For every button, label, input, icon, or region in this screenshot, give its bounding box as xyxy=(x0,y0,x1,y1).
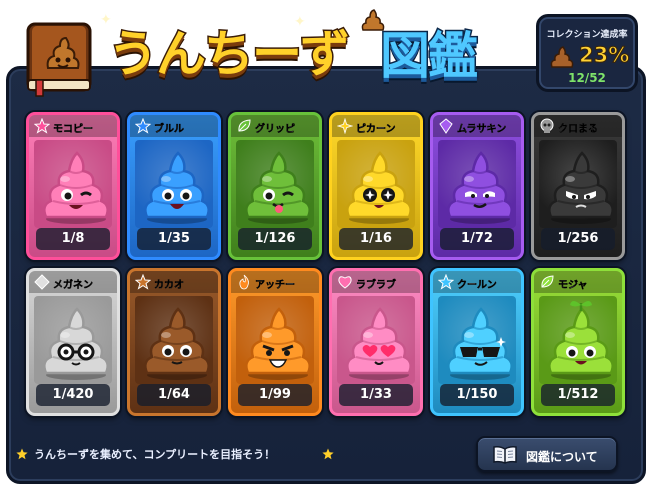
poop-character-icon xyxy=(43,307,109,380)
collection-progress: コレクション達成率 23% 12/52 xyxy=(536,14,638,92)
poop-icon xyxy=(361,9,385,31)
skull-icon xyxy=(540,118,554,133)
collection-card[interactable]: カカオ 1/64 xyxy=(127,268,221,416)
poop-character-icon xyxy=(144,307,210,380)
poop-character-icon xyxy=(245,307,311,380)
progress-label: コレクション達成率 xyxy=(546,30,628,40)
card-name: メガネン xyxy=(53,280,93,291)
collection-card[interactable]: グリッピ 1/126 xyxy=(228,112,322,260)
title-kana: うんちーず xyxy=(107,24,352,85)
star-icon xyxy=(16,448,28,460)
poop-character-icon xyxy=(447,151,513,224)
card-name: モジャ xyxy=(558,280,588,291)
poop-character-icon xyxy=(245,151,311,224)
star-icon xyxy=(135,274,151,290)
card-count: 1/512 xyxy=(541,384,615,406)
card-name: アッチー xyxy=(255,280,295,291)
crystal-icon xyxy=(439,118,453,134)
collection-card[interactable]: ムラサキン 1/72 xyxy=(430,112,524,260)
card-count: 1/420 xyxy=(36,384,110,406)
card-count: 1/256 xyxy=(541,228,615,250)
card-name: クールン xyxy=(457,280,497,291)
leaf-icon xyxy=(238,119,251,132)
collection-card[interactable]: アッチー 1/99 xyxy=(228,268,322,416)
collection-card[interactable]: ラブラブ 1/33 xyxy=(329,268,423,416)
card-name: ブルル xyxy=(154,124,184,135)
collection-card[interactable]: クールン 1/150 xyxy=(430,268,524,416)
page-title: うんちーず 図鑑 xyxy=(107,8,528,87)
card-name: グリッピ xyxy=(255,124,295,135)
collection-card[interactable]: モジャ 1/512 xyxy=(531,268,625,416)
star-icon xyxy=(322,448,334,460)
card-count: 1/35 xyxy=(137,228,211,250)
card-count: 1/33 xyxy=(339,384,413,406)
sparkle-icon: ✦ xyxy=(294,14,306,30)
card-count: 1/72 xyxy=(440,228,514,250)
card-name: クロまる xyxy=(558,124,598,135)
card-count: 1/99 xyxy=(238,384,312,406)
card-count: 1/126 xyxy=(238,228,312,250)
poop-icon xyxy=(550,46,574,68)
open-book-icon xyxy=(493,446,517,464)
card-count: 1/64 xyxy=(137,384,211,406)
star-icon xyxy=(135,118,151,134)
collection-card[interactable]: モコピー 1/8 xyxy=(26,112,120,260)
card-name: ピカーン xyxy=(356,124,396,135)
card-name: ラブラブ xyxy=(356,280,396,291)
card-count: 1/16 xyxy=(339,228,413,250)
sparkle-icon xyxy=(337,118,353,134)
card-name: カカオ xyxy=(154,280,184,291)
collection-card[interactable]: ピカーン 1/16 xyxy=(329,112,423,260)
heart-icon xyxy=(338,276,352,289)
progress-count: 12/52 xyxy=(568,71,606,85)
progress-percent: 23% xyxy=(578,43,630,68)
poop-character-icon xyxy=(548,151,614,224)
sparkle-icon: ✦ xyxy=(100,12,112,28)
star-icon xyxy=(34,118,50,134)
diamond-icon xyxy=(34,274,50,290)
card-name: モコピー xyxy=(53,124,93,135)
poop-character-icon xyxy=(346,151,412,224)
poop-character-icon xyxy=(447,307,513,380)
footer-tip: うんちーずを集めて、コンプリートを目指そう！ xyxy=(34,448,276,461)
card-count: 1/150 xyxy=(440,384,514,406)
title-kanji: 図鑑 xyxy=(379,26,480,87)
card-count: 1/8 xyxy=(36,228,110,250)
unchi-collection-grid: モコピー 1/8 ブルル 1/35 グリッピ 1/126 ピカーン 1/16 ム… xyxy=(26,112,626,420)
collection-card[interactable]: メガネン 1/420 xyxy=(26,268,120,416)
poop-character-icon xyxy=(346,307,412,380)
star-icon xyxy=(438,274,454,290)
poop-character-icon xyxy=(144,151,210,224)
card-name: ムラサキン xyxy=(457,124,507,135)
poop-book-icon xyxy=(26,22,92,97)
about-button-label: 図鑑について xyxy=(526,450,598,464)
about-encyclopedia-button[interactable]: 図鑑について xyxy=(476,436,618,472)
poop-character-icon xyxy=(548,301,614,380)
collection-card[interactable]: ブルル 1/35 xyxy=(127,112,221,260)
flame-icon xyxy=(239,274,249,290)
collection-card[interactable]: クロまる 1/256 xyxy=(531,112,625,260)
poop-character-icon xyxy=(43,151,109,224)
leaf-icon xyxy=(541,275,554,288)
